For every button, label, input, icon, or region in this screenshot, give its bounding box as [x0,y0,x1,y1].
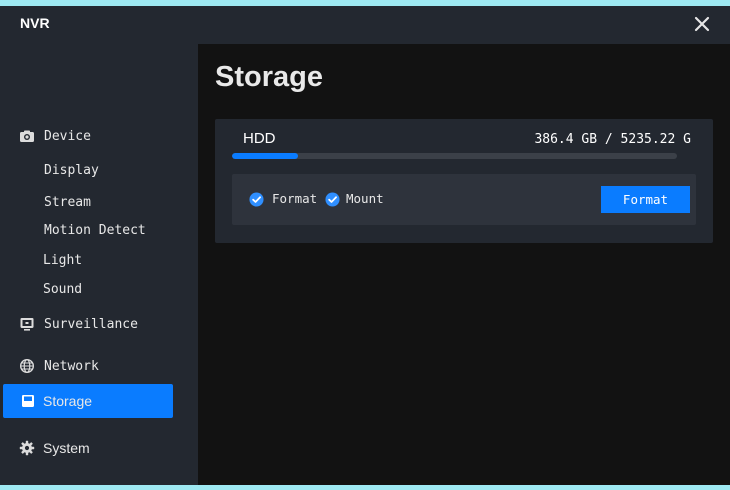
sidebar-item-surveillance-label: Surveillance [44,316,138,332]
sidebar-item-storage[interactable]: Storage [0,386,198,416]
format-button[interactable]: Format [601,186,690,213]
mount-checkbox-label[interactable]: Mount [346,191,384,206]
sidebar: Device Display Stream Motion Detect Ligh… [0,44,198,485]
sidebar-subitem-display[interactable]: Display [44,163,99,178]
disk-usage: 386.4 GB / 5235.22 G [534,132,691,147]
title-bar: NVR [0,6,730,44]
sidebar-item-device-label: Device [44,128,91,144]
floppy-disk-icon [22,395,34,407]
hdd-card: HDD 386.4 GB / 5235.22 G Format Mount Fo… [215,119,713,243]
disk-usage-bar-fill [232,153,298,159]
sidebar-item-storage-label: Storage [43,393,93,409]
sidebar-subitem-sound[interactable]: Sound [43,282,82,297]
sidebar-item-device[interactable]: Device [0,121,198,151]
camera-icon [20,130,34,142]
globe-icon [19,358,35,374]
sidebar-item-system[interactable]: System [0,433,198,463]
sidebar-item-system-label: System [43,440,90,456]
sidebar-subitem-light[interactable]: Light [43,253,82,268]
disk-usage-bar [232,153,677,159]
format-checkbox-label[interactable]: Format [272,191,317,206]
sidebar-subitem-stream[interactable]: Stream [44,195,91,210]
sidebar-subitem-motion-detect[interactable]: Motion Detect [44,223,146,238]
close-icon[interactable] [690,12,714,36]
disk-name: HDD [243,130,276,147]
sidebar-item-surveillance[interactable]: Surveillance [0,309,198,339]
mount-checkbox[interactable] [325,192,340,207]
monitor-icon [20,318,34,331]
page-title: Storage [215,61,323,93]
app-title: NVR [20,15,50,31]
sidebar-item-network[interactable]: Network [0,351,198,381]
gear-icon [19,440,35,456]
format-checkbox[interactable] [249,192,264,207]
sidebar-item-network-label: Network [44,358,99,374]
disk-options-panel: Format Mount Format [232,174,696,225]
nvr-window: NVR Device Display Stream Motion Detect … [0,6,730,485]
